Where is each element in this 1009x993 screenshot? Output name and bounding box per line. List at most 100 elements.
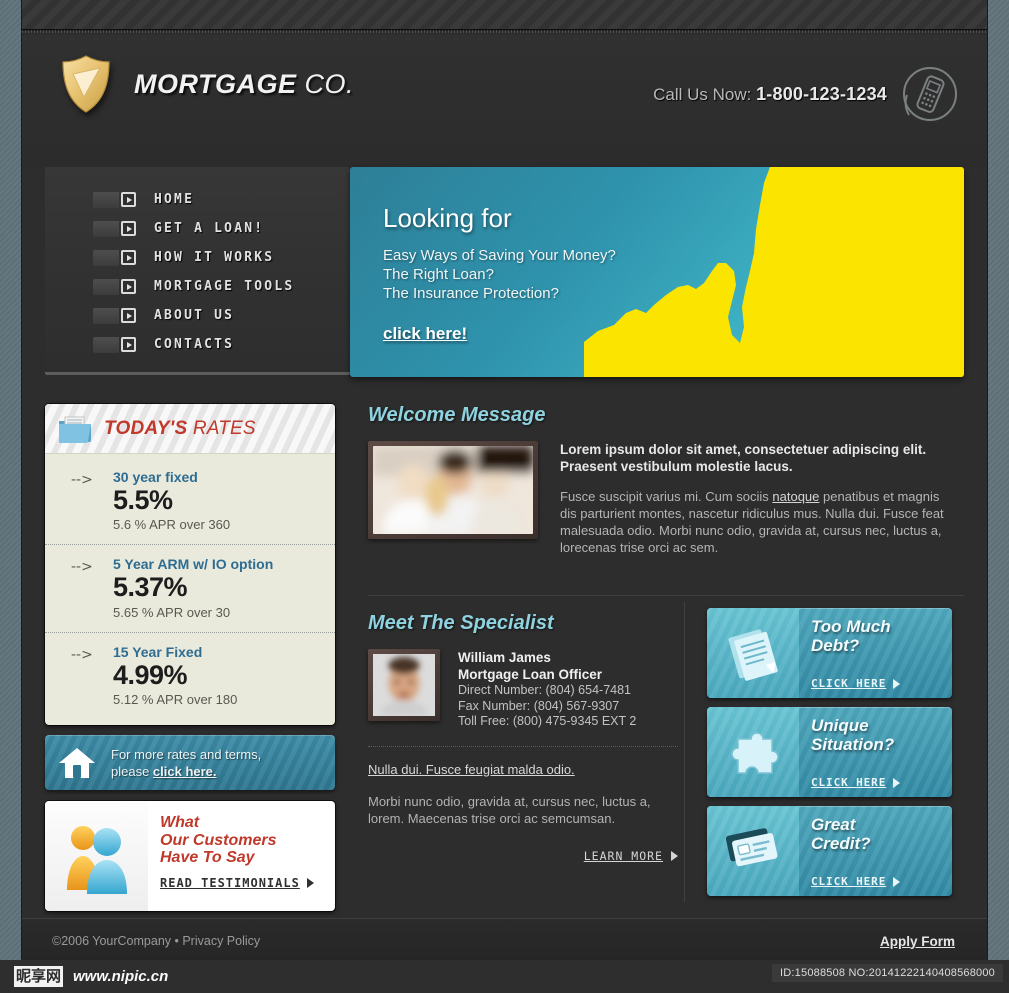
promo-cta-label: CLICK HERE [811, 677, 887, 690]
nipic-logo-text: 昵享网 [14, 966, 64, 987]
headshot-photo [373, 654, 435, 716]
rates-title-bold: TODAY'S [104, 417, 188, 439]
rate-row[interactable]: --> 30 year fixed 5.5% 5.6 % APR over 36… [45, 458, 335, 544]
promo-line-1: Too Much [811, 617, 891, 636]
more-rates-banner[interactable]: For more rates and terms, please click h… [45, 735, 335, 791]
call-us-text: Call Us Now: 1-800-123-1234 [653, 84, 887, 105]
read-testimonials-label: READ TESTIMONIALS [160, 875, 300, 890]
promo-line-2: Situation? [811, 735, 895, 754]
brand-name-light: CO. [304, 68, 355, 99]
testimonials-banner[interactable]: What Our Customers Have To Say READ TEST… [45, 801, 335, 912]
welcome-message-section: Welcome Message Lorem ipsum dolor sit am… [352, 390, 964, 556]
promo-boxes: Too Much Debt? CLICK HERE Unique Situati… [707, 608, 952, 905]
apply-form-link[interactable]: Apply Form [880, 934, 955, 949]
promo-click-here[interactable]: CLICK HERE [811, 776, 901, 789]
rates-title-light: RATES [192, 417, 256, 439]
nav-item-home[interactable]: HOME [93, 185, 350, 214]
promo-great-credit[interactable]: Great Credit? CLICK HERE [707, 806, 952, 896]
hero-line-2: The Right Loan? [383, 266, 494, 283]
main-content-row: TODAY'S RATES --> 30 year fixed 5.5% 5.6… [22, 390, 987, 915]
call-us-label: Call Us Now: [653, 84, 752, 104]
triangle-right-icon [893, 678, 901, 689]
rates-panel-title: TODAY'S RATES [104, 418, 256, 440]
logo-block[interactable]: MORTGAGE CO. [60, 55, 354, 113]
hero-text-block: Looking for Easy Ways of Saving Your Mon… [350, 167, 964, 344]
top-decorative-strip [22, 0, 987, 33]
nav-item-mortgage-tools[interactable]: MORTGAGE TOOLS [93, 272, 350, 301]
promo-too-much-debt[interactable]: Too Much Debt? CLICK HERE [707, 608, 952, 698]
watermark-bar: 昵享网 www.nipic.cn ID:15088508 NO:20141222… [0, 960, 1009, 993]
nipic-url: www.nipic.cn [73, 968, 169, 985]
promo-click-here[interactable]: CLICK HERE [811, 875, 901, 888]
credit-card-icon [707, 806, 799, 896]
phone-number: 1-800-123-1234 [756, 83, 887, 104]
triangle-right-icon [893, 777, 901, 788]
nav-item-label: ABOUT US [154, 308, 235, 323]
todays-rates-panel: TODAY'S RATES --> 30 year fixed 5.5% 5.6… [45, 404, 335, 726]
more-rates-text: For more rates and terms, please click h… [111, 746, 261, 780]
page-root: MORTGAGE CO. Call Us Now: 1-800-123-1234 [0, 0, 1009, 993]
specialist-link[interactable]: Nulla dui. Fusce feugiat malda odio. [368, 762, 575, 777]
rates-list: --> 30 year fixed 5.5% 5.6 % APR over 36… [45, 454, 335, 725]
more-rates-prefix: please [111, 763, 153, 779]
documents-icon [707, 608, 799, 698]
horizontal-divider [368, 595, 964, 596]
specialist-photo-frame [368, 649, 440, 721]
hero-click-here-link[interactable]: click here! [383, 324, 467, 344]
nav-item-label: CONTACTS [154, 337, 235, 352]
nav-hero-row: HOME GET A LOAN! HOW IT WORKS MORTGAGE T… [22, 167, 987, 385]
rate-name: 5 Year ARM w/ IO option [113, 556, 274, 573]
welcome-title: Welcome Message [368, 404, 546, 426]
meet-the-specialist-section: Meet The Specialist William James Mortga… [368, 612, 678, 863]
welcome-body-text: Fusce suscipit varius mi. Cum sociis nat… [560, 488, 954, 556]
specialist-body-text: Morbi nunc odio, gravida at, cursus nec,… [368, 793, 651, 826]
welcome-lead-text: Lorem ipsum dolor sit amet, consectetuer… [560, 442, 927, 474]
chevron-right-icon [121, 279, 136, 294]
promo-line-2: Debt? [811, 636, 860, 655]
dotted-divider [368, 745, 678, 747]
arrow-right-icon: --> [71, 646, 93, 663]
nav-item-label: GET A LOAN! [154, 221, 265, 236]
read-testimonials-link[interactable]: READ TESTIMONIALS [160, 876, 314, 890]
nav-item-label: MORTGAGE TOOLS [154, 279, 295, 294]
rate-percent: 5.37% [113, 572, 188, 603]
triangle-right-icon [306, 877, 314, 888]
specialist-toll-free: Toll Free: (800) 475-9345 EXT 2 [458, 714, 637, 728]
promo-click-here[interactable]: CLICK HERE [811, 677, 901, 690]
learn-more-link[interactable]: LEARN MORE [368, 849, 678, 863]
rate-row[interactable]: --> 15 Year Fixed 4.99% 5.12 % APR over … [45, 631, 335, 719]
site-container: MORTGAGE CO. Call Us Now: 1-800-123-1234 [22, 0, 987, 993]
specialist-role: Mortgage Loan Officer [458, 667, 603, 682]
nav-item-contacts[interactable]: CONTACTS [93, 330, 350, 359]
welcome-body-before: Fusce suscipit varius mi. Cum sociis [560, 489, 773, 504]
more-rates-link[interactable]: click here. [153, 764, 217, 779]
arrow-right-icon: --> [71, 472, 93, 488]
promo-line-1: Great [811, 815, 856, 834]
shield-icon [60, 55, 112, 113]
nav-item-label: HOW IT WORKS [154, 250, 275, 265]
call-us-block: Call Us Now: 1-800-123-1234 [653, 65, 959, 123]
nav-tab-decor [93, 307, 119, 324]
chevron-right-icon [121, 192, 136, 207]
hero-line-3: The Insurance Protection? [383, 285, 559, 302]
more-rates-line-2: please click here. [111, 763, 261, 780]
promo-line-2: Credit? [811, 834, 871, 853]
promo-unique-situation[interactable]: Unique Situation? CLICK HERE [707, 707, 952, 797]
hero-banner[interactable]: Looking for Easy Ways of Saving Your Mon… [350, 167, 964, 377]
stock-id-label: ID:15088508 NO:20141222140408568000 [772, 964, 1003, 982]
chevron-right-icon [121, 250, 136, 265]
nav-item-about-us[interactable]: ABOUT US [93, 301, 350, 330]
rate-row[interactable]: --> 5 Year ARM w/ IO option 5.37% 5.65 %… [45, 544, 335, 631]
welcome-inline-link[interactable]: natoque [772, 489, 819, 504]
rate-name: 30 year fixed [113, 469, 198, 485]
family-photo [373, 446, 533, 534]
nav-item-get-a-loan[interactable]: GET A LOAN! [93, 214, 350, 243]
vertical-divider [684, 602, 685, 902]
rate-apr: 5.65 % APR over 30 [113, 604, 231, 620]
nav-item-how-it-works[interactable]: HOW IT WORKS [93, 243, 350, 272]
rate-apr: 5.6 % APR over 360 [113, 517, 231, 533]
left-sidebar-column: TODAY'S RATES --> 30 year fixed 5.5% 5.6… [45, 404, 335, 912]
nav-item-label: HOME [154, 192, 195, 207]
brand-title: MORTGAGE CO. [134, 69, 354, 100]
copyright-text: ©2006 YourCompany • Privacy Policy [52, 934, 261, 948]
